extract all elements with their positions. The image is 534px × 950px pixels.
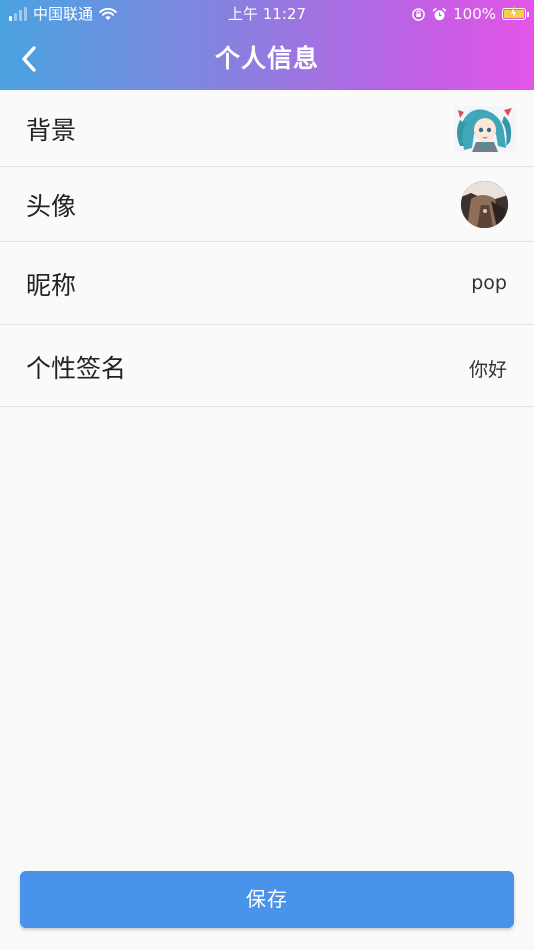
signature-row[interactable]: 个性签名 你好 [0,325,534,407]
background-image-thumbnail[interactable] [454,106,516,152]
nickname-value: pop [471,272,507,294]
nav-bar: 个人信息 [0,28,534,90]
battery-icon [502,6,529,20]
anime-character-image [454,106,516,152]
nickname-row[interactable]: 昵称 pop [0,242,534,325]
signature-label: 个性签名 [26,354,127,383]
status-bar: 中国联通 上午 11:27 100% [0,0,534,28]
status-right: 100% [411,0,529,28]
avatar-label: 头像 [26,192,77,221]
alarm-icon [432,7,447,20]
app-header: 中国联通 上午 11:27 100% 个人信息 [0,0,534,90]
orientation-lock-icon [412,7,425,21]
background-label: 背景 [26,116,77,145]
page-title: 个人信息 [214,44,319,73]
battery-percent: 100% [453,5,496,23]
background-row[interactable]: 背景 [0,90,534,167]
avatar[interactable] [461,181,508,228]
signature-value: 你好 [468,359,507,381]
avatar-row[interactable]: 头像 [0,167,534,242]
save-button[interactable]: 保存 [20,871,514,928]
profile-info-list: 背景 头像 昵称 pop 个性签名 你好 [0,90,534,407]
nickname-label: 昵称 [26,271,77,300]
avatar-photo [461,181,508,228]
charging-bolt-icon [509,6,518,20]
